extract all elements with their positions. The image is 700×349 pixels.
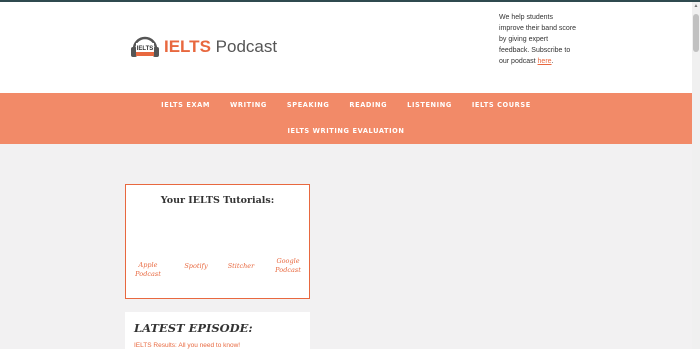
nav-item-ielts-exam[interactable]: IELTS EXAM (161, 100, 210, 110)
nav-item-speaking[interactable]: SPEAKING (287, 100, 329, 110)
nav-row-secondary: IELTS WRITING EVALUATION (0, 126, 692, 136)
nav-item-reading[interactable]: READING (349, 100, 387, 110)
logo-word-rest: Podcast (210, 37, 278, 56)
nav-row-primary: IELTS EXAM WRITING SPEAKING READING LIST… (0, 100, 692, 110)
tutorials-title: Your IELTS Tutorials: (160, 195, 275, 206)
logo-word-bold: IELTS (164, 37, 211, 56)
nav-item-writing-evaluation[interactable]: IELTS WRITING EVALUATION (287, 126, 404, 136)
page-scrollbar[interactable]: ▲ (692, 2, 700, 349)
tutorials-widget: Your IELTS Tutorials: Apple Podcast Spot… (125, 184, 310, 299)
site-logo[interactable]: IELTS IELTS Podcast (128, 32, 277, 62)
latest-episode-title: LATEST EPISODE: (134, 321, 253, 335)
latest-episode-widget: LATEST EPISODE: IELTS Results: All you n… (125, 312, 310, 349)
main-navigation: IELTS EXAM WRITING SPEAKING READING LIST… (0, 93, 692, 144)
subscribe-link[interactable]: here (538, 58, 552, 65)
site-header: IELTS IELTS Podcast We help students imp… (0, 2, 692, 93)
tagline-end: . (551, 58, 554, 65)
spotify-link[interactable]: Spotify (180, 262, 212, 271)
nav-item-writing[interactable]: WRITING (230, 100, 267, 110)
scrollbar-thumb[interactable] (693, 14, 699, 52)
nav-item-listening[interactable]: LISTENING (407, 100, 452, 110)
logo-mark-text: IELTS (137, 46, 154, 52)
latest-episode-link[interactable]: IELTS Results: All you need to know! (134, 342, 240, 349)
apple-podcast-link[interactable]: Apple Podcast (134, 261, 162, 279)
scroll-up-arrow-icon[interactable]: ▲ (692, 2, 700, 10)
nav-item-ielts-course[interactable]: IELTS COURSE (472, 100, 531, 110)
headphones-logo-icon: IELTS (128, 32, 162, 62)
header-tagline: We help students improve their band scor… (499, 12, 579, 67)
google-podcast-link[interactable]: Google Podcast (272, 257, 304, 275)
logo-wordmark: IELTS Podcast (164, 32, 277, 62)
stitcher-link[interactable]: Stitcher (225, 262, 257, 271)
